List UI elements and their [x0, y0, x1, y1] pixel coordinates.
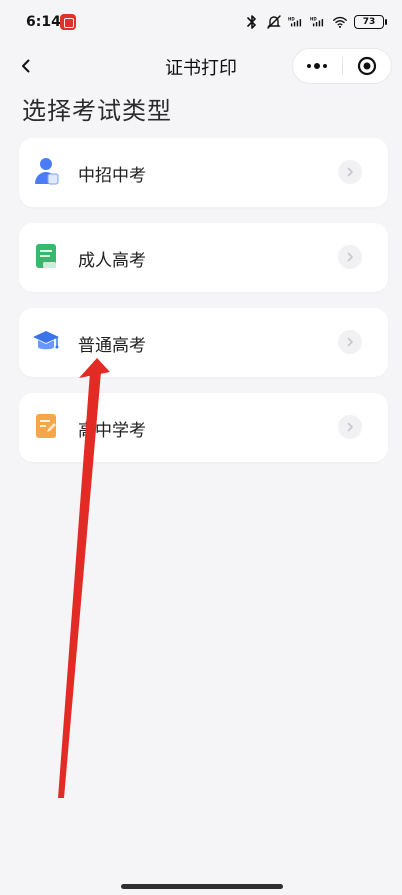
wifi-icon [332, 14, 348, 30]
chevron-right-icon [338, 245, 362, 269]
more-icon [307, 63, 328, 69]
chevron-right-icon [338, 330, 362, 354]
note-icon [31, 411, 61, 441]
target-icon [357, 56, 376, 76]
page-heading: 选择考试类型 [22, 97, 172, 125]
svg-text:HD: HD [288, 17, 295, 22]
book-icon [31, 241, 61, 271]
mini-program-capsule [292, 48, 392, 84]
home-indicator [121, 884, 283, 889]
app-notification-icon [60, 14, 76, 30]
exam-option-label: 高中学考 [78, 421, 146, 441]
chevron-right-icon [338, 160, 362, 184]
exam-option-chengkao[interactable]: 成人高考 [19, 223, 388, 292]
exam-option-zhongkao[interactable]: 中招中考 [19, 138, 388, 207]
exam-option-label: 中招中考 [78, 166, 146, 186]
more-button[interactable] [293, 49, 342, 83]
header: 证书打印 [0, 44, 402, 88]
hd-signal-icon: HD [310, 14, 326, 30]
exam-option-gaokao[interactable]: 普通高考 [19, 308, 388, 377]
status-time: 6:14 [26, 14, 61, 30]
svg-text:HD: HD [310, 17, 317, 22]
bluetooth-icon [244, 14, 260, 30]
status-icons: HD HD 73 [244, 12, 387, 32]
mute-bell-icon [266, 14, 282, 30]
user-icon [31, 156, 61, 186]
battery-level: 73 [362, 16, 376, 27]
exam-option-label: 普通高考 [78, 336, 146, 356]
hd-signal-icon: HD [288, 14, 304, 30]
status-bar: 6:14 HD HD 73 [0, 0, 402, 44]
chevron-right-icon [338, 415, 362, 439]
exam-option-label: 成人高考 [78, 251, 146, 271]
exam-type-list: 中招中考 成人高考 普通高考 高中学考 [19, 138, 388, 478]
graduation-cap-icon [31, 326, 61, 356]
exam-option-xuekao[interactable]: 高中学考 [19, 393, 388, 462]
battery-icon: 73 [354, 15, 387, 29]
close-button[interactable] [342, 49, 391, 83]
